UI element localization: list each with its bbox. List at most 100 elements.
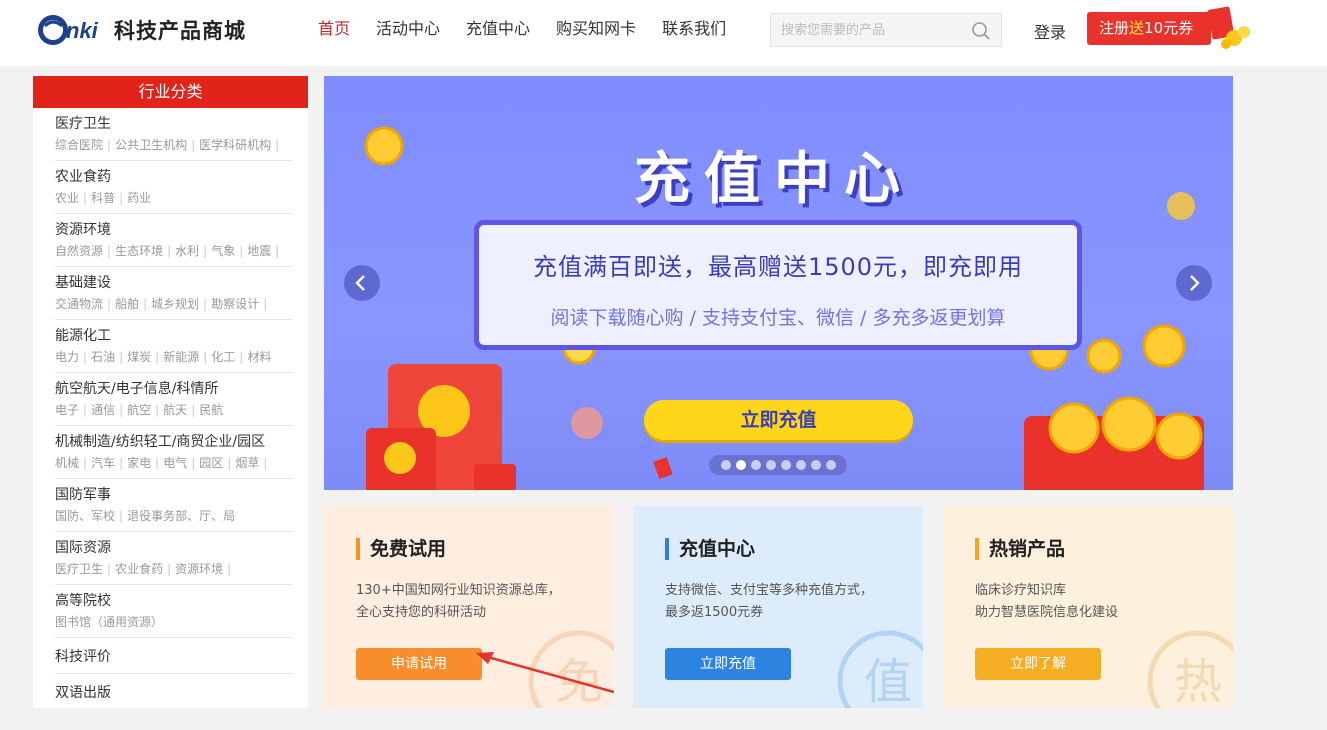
carousel-dot[interactable]: [795, 460, 806, 470]
category-international: 国际资源 医疗卫生 | 农业食药 | 资源环境 |: [55, 532, 292, 585]
subcategory[interactable]: 地震: [247, 242, 271, 260]
banner-prev-button[interactable]: [344, 265, 380, 301]
subcategory[interactable]: 气象: [211, 242, 235, 260]
banner-next-button[interactable]: [1176, 265, 1212, 301]
subcategory[interactable]: 电气: [163, 454, 187, 472]
subcategory[interactable]: 航空: [127, 401, 151, 419]
subcategory[interactable]: 家电: [127, 454, 151, 472]
learn-more-button[interactable]: 立即了解: [975, 648, 1101, 680]
subcategory[interactable]: 药业: [127, 189, 151, 207]
category-name[interactable]: 高等院校: [55, 592, 292, 611]
carousel-dot[interactable]: [780, 460, 791, 470]
recharge-now-button[interactable]: 立即充值: [665, 648, 791, 680]
subcategory[interactable]: 化工: [211, 348, 235, 366]
category-name[interactable]: 航空航天/电子信息/科情所: [55, 380, 292, 399]
nav-recharge-center[interactable]: 充值中心: [466, 18, 530, 40]
subcategory[interactable]: 退役事务部、厅、局: [127, 507, 235, 525]
category-energy: 能源化工 电力 | 石油 | 煤炭 | 新能源 | 化工 | 材料: [55, 320, 292, 373]
card-desc-line: 支持微信、支付宝等多种充值方式，: [665, 583, 874, 598]
carousel-indicators: [709, 455, 847, 475]
category-name[interactable]: 机械制造/纺织轻工/商贸企业/园区: [55, 433, 292, 452]
category-name[interactable]: 国防军事: [55, 486, 292, 505]
subcategory[interactable]: 民航: [199, 401, 223, 419]
watermark-icon: 值: [837, 630, 923, 708]
category-medical: 医疗卫生 综合医院 | 公共卫生机构 | 医学科研机构 |: [55, 108, 292, 161]
search-icon[interactable]: [971, 21, 991, 41]
category-name[interactable]: 医疗卫生: [55, 115, 292, 134]
red-envelope-icon: [1207, 6, 1250, 49]
category-name[interactable]: 能源化工: [55, 327, 292, 346]
category-name[interactable]: 农业食药: [55, 168, 292, 187]
category-name[interactable]: 国际资源: [55, 539, 292, 558]
category-name[interactable]: 基础建设: [55, 274, 292, 293]
card-desc-line: 临床诊疗知识库: [975, 583, 1067, 598]
cnki-logo-icon: nki: [38, 15, 99, 45]
category-defense: 国防军事 国防、军校 | 退役事务部、厅、局: [55, 479, 292, 532]
carousel-dot[interactable]: [825, 460, 836, 470]
carousel-dot[interactable]: [810, 460, 821, 470]
card-recharge-center: 值 充值中心 支持微信、支付宝等多种充值方式， 最多返1500元券 立即充值: [633, 506, 923, 708]
subcategory[interactable]: 汽车: [91, 454, 115, 472]
subcategory[interactable]: 资源环境: [175, 560, 223, 578]
subcategory[interactable]: 综合医院: [55, 136, 103, 154]
subcategory[interactable]: 公共卫生机构: [115, 136, 187, 154]
chevron-right-icon: [1190, 275, 1200, 291]
search-input[interactable]: [771, 14, 961, 46]
promo-banner[interactable]: 充值中心 充值满百即送，最高赠送1500元，即充即用 阅读下载随心购 / 支持支…: [324, 76, 1233, 490]
subcategory[interactable]: 生态环境: [115, 242, 163, 260]
subcategory[interactable]: 船舶: [115, 295, 139, 313]
subcategory[interactable]: 航天: [163, 401, 187, 419]
subcategory[interactable]: 医疗卫生: [55, 560, 103, 578]
annotation-arrow-icon: [476, 652, 614, 694]
subcategory[interactable]: 图书馆（通用资源）: [55, 613, 163, 631]
subcategory[interactable]: 电力: [55, 348, 79, 366]
subcategory[interactable]: 农业: [55, 189, 79, 207]
header: nki 科技产品商城 首页 活动中心 充值中心 购买知网卡 联系我们 登录 注册…: [0, 0, 1327, 66]
banner-recharge-button[interactable]: 立即充值: [644, 400, 913, 440]
carousel-dot[interactable]: [750, 460, 761, 470]
nav-home[interactable]: 首页: [318, 18, 350, 40]
main-nav: 首页 活动中心 充值中心 购买知网卡 联系我们: [318, 18, 752, 40]
subcategory[interactable]: 科普: [91, 189, 115, 207]
subcategory[interactable]: 石油: [91, 348, 115, 366]
card-hot-products: 热 热销产品 临床诊疗知识库 助力智慧医院信息化建设 立即了解: [943, 506, 1233, 708]
banner-headline: 充值满百即送，最高赠送1500元，即充即用: [532, 253, 1024, 281]
subcategory[interactable]: 园区: [199, 454, 223, 472]
register-suffix: 10元券: [1144, 19, 1194, 37]
subcategory[interactable]: 烟草: [235, 454, 259, 472]
nav-contact-us[interactable]: 联系我们: [662, 18, 726, 40]
nav-activity-center[interactable]: 活动中心: [376, 18, 440, 40]
carousel-dot-active[interactable]: [735, 460, 746, 470]
subcategory[interactable]: 勘察设计: [211, 295, 259, 313]
subcategory[interactable]: 材料: [247, 348, 271, 366]
category-name[interactable]: 科技评价: [55, 648, 292, 667]
subcategory[interactable]: 机械: [55, 454, 79, 472]
category-aerospace: 航空航天/电子信息/科情所 电子 | 通信 | 航空 | 航天 | 民航: [55, 373, 292, 426]
login-link[interactable]: 登录: [1034, 19, 1066, 43]
category-name[interactable]: 资源环境: [55, 221, 292, 240]
subcategory[interactable]: 交通物流: [55, 295, 103, 313]
sidebar-title: 行业分类: [33, 76, 308, 108]
subcategory[interactable]: 自然资源: [55, 242, 103, 260]
register-button[interactable]: 注册送10元券: [1087, 12, 1211, 45]
card-desc-line: 最多返1500元券: [665, 605, 764, 620]
carousel-dot[interactable]: [720, 460, 731, 470]
subcategory[interactable]: 煤炭: [127, 348, 151, 366]
banner-subline: 阅读下载随心购 / 支持支付宝、微信 / 多充多返更划算: [550, 307, 1006, 329]
subcategory[interactable]: 国防、军校: [55, 507, 115, 525]
logo[interactable]: nki 科技产品商城: [36, 12, 246, 48]
subcategory[interactable]: 医学科研机构: [199, 136, 271, 154]
subcategory[interactable]: 电子: [55, 401, 79, 419]
carousel-dot[interactable]: [765, 460, 776, 470]
register-highlight: 送: [1129, 19, 1145, 37]
subcategory[interactable]: 新能源: [163, 348, 199, 366]
subcategory[interactable]: 农业食药: [115, 560, 163, 578]
category-universities: 高等院校 图书馆（通用资源）: [55, 585, 292, 638]
card-title: 免费试用: [356, 538, 446, 560]
subcategory[interactable]: 水利: [175, 242, 199, 260]
category-name[interactable]: 双语出版: [55, 684, 292, 703]
chevron-left-icon: [355, 275, 365, 291]
nav-buy-card[interactable]: 购买知网卡: [556, 18, 636, 40]
subcategory[interactable]: 通信: [91, 401, 115, 419]
subcategory[interactable]: 城乡规划: [151, 295, 199, 313]
